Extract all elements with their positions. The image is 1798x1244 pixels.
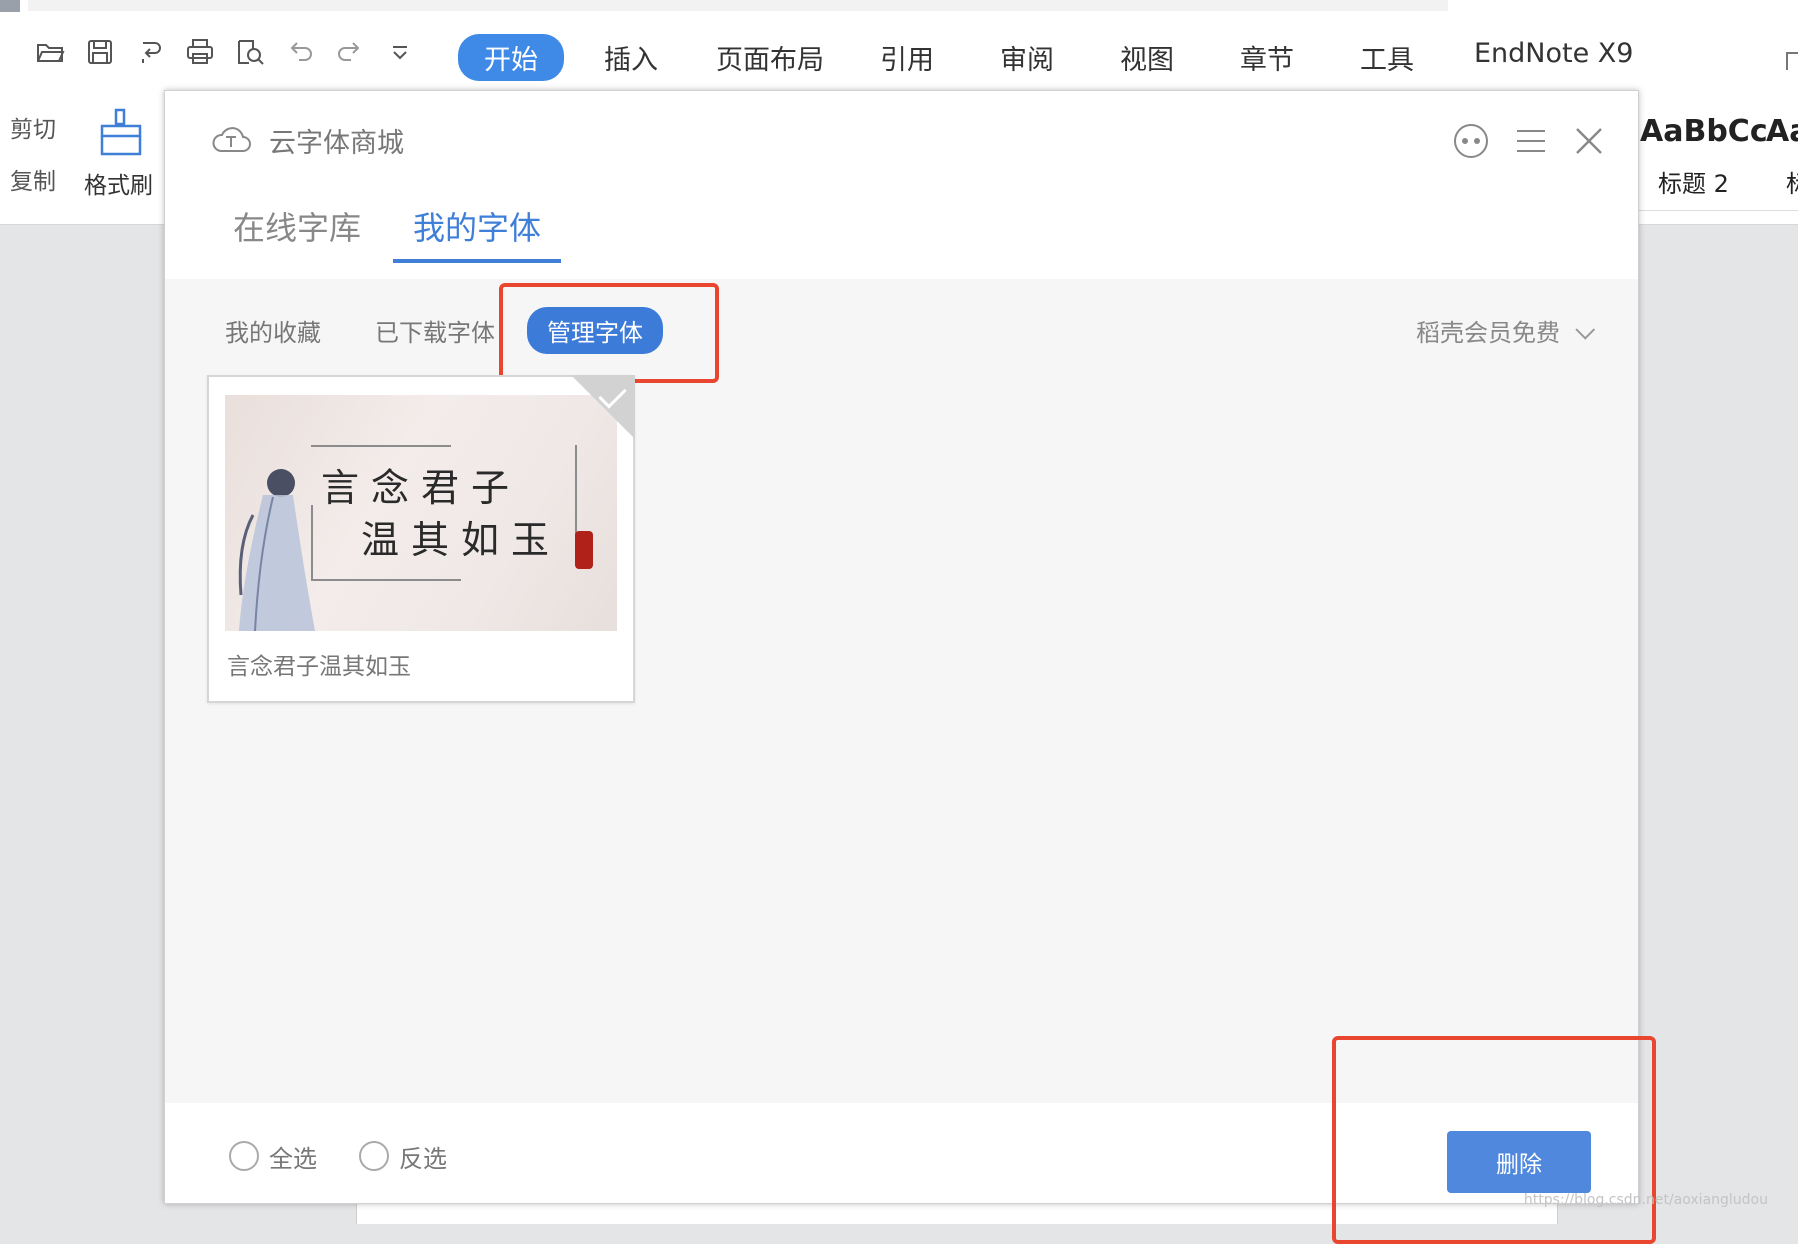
preview-line-2: 温其如玉 <box>361 518 562 562</box>
format-painter-icon[interactable] <box>98 108 144 156</box>
member-free-label: 稻壳会员免费 <box>1416 319 1560 347</box>
subtab-downloaded[interactable]: 已下载字体 <box>375 313 495 348</box>
cloud-font-icon <box>212 127 251 152</box>
style-preview-2: Aa <box>1766 114 1798 149</box>
cut-button[interactable]: 剪切 <box>10 110 56 144</box>
open-folder-icon[interactable] <box>32 34 68 70</box>
tab-online-library[interactable]: 在线字库 <box>233 203 361 249</box>
red-seal <box>575 531 593 569</box>
more-dropdown-icon[interactable] <box>382 34 418 70</box>
frame-line <box>575 445 577 541</box>
menu-icon[interactable] <box>1511 121 1551 161</box>
selected-corner <box>571 375 635 439</box>
member-free-dropdown[interactable]: 稻壳会员免费 <box>1416 313 1596 348</box>
watermark: https://blog.csdn.net/aoxiangludou <box>1523 1192 1768 1208</box>
menu-references[interactable]: 引用 <box>880 38 934 77</box>
copy-button[interactable]: 复制 <box>10 162 56 196</box>
tab-my-fonts[interactable]: 我的字体 <box>413 203 541 249</box>
highlight-box-delete <box>1332 1036 1656 1244</box>
style-name-2: 标 <box>1786 164 1798 199</box>
subtab-favorites[interactable]: 我的收藏 <box>225 313 321 348</box>
menu-chapter[interactable]: 章节 <box>1240 38 1294 77</box>
close-icon[interactable] <box>1569 121 1609 161</box>
invert-select-radio[interactable] <box>359 1141 389 1171</box>
menu-page-layout[interactable]: 页面布局 <box>716 38 824 77</box>
redo-icon[interactable] <box>332 34 368 70</box>
preview-line-1: 言念君子 <box>321 466 522 510</box>
print-icon[interactable] <box>182 34 218 70</box>
share-icon[interactable] <box>1786 52 1798 70</box>
save-icon[interactable] <box>82 34 118 70</box>
undo-icon[interactable] <box>282 34 318 70</box>
font-card[interactable]: 言念君子 温其如玉 言念君子温其如玉 <box>207 375 635 703</box>
frame-line <box>311 445 451 447</box>
font-preview-image: 言念君子 温其如玉 <box>225 395 617 631</box>
style-name: 标题 2 <box>1658 170 1729 198</box>
figure-illustration <box>238 469 315 631</box>
chat-icon[interactable] <box>1451 121 1491 161</box>
style-preview: AaBbCc <box>1640 114 1768 149</box>
menu-tools[interactable]: 工具 <box>1360 38 1414 77</box>
select-all-radio[interactable] <box>229 1141 259 1171</box>
menu-review[interactable]: 审阅 <box>1000 38 1054 77</box>
highlight-box-manage <box>499 283 719 383</box>
active-tab-indicator <box>393 259 561 263</box>
document-tab-bar <box>28 0 1448 11</box>
format-painter-label[interactable]: 格式刷 <box>84 166 153 200</box>
print-preview-icon[interactable] <box>232 34 268 70</box>
font-name: 言念君子温其如玉 <box>227 654 411 680</box>
dialog-title: 云字体商城 <box>269 128 404 159</box>
menu-view[interactable]: 视图 <box>1120 38 1174 77</box>
export-icon[interactable] <box>132 34 168 70</box>
invert-select-label[interactable]: 反选 <box>399 1139 447 1174</box>
frame-line <box>311 579 461 581</box>
style-gallery[interactable]: AaBbCc Aa 标题 2 标 <box>1632 98 1798 211</box>
menu-insert[interactable]: 插入 <box>604 38 658 77</box>
select-all-label[interactable]: 全选 <box>269 1139 317 1174</box>
menu-endnote[interactable]: EndNote X9 <box>1474 38 1633 69</box>
menu-start[interactable]: 开始 <box>458 34 564 81</box>
window-tab-marker <box>0 0 20 12</box>
